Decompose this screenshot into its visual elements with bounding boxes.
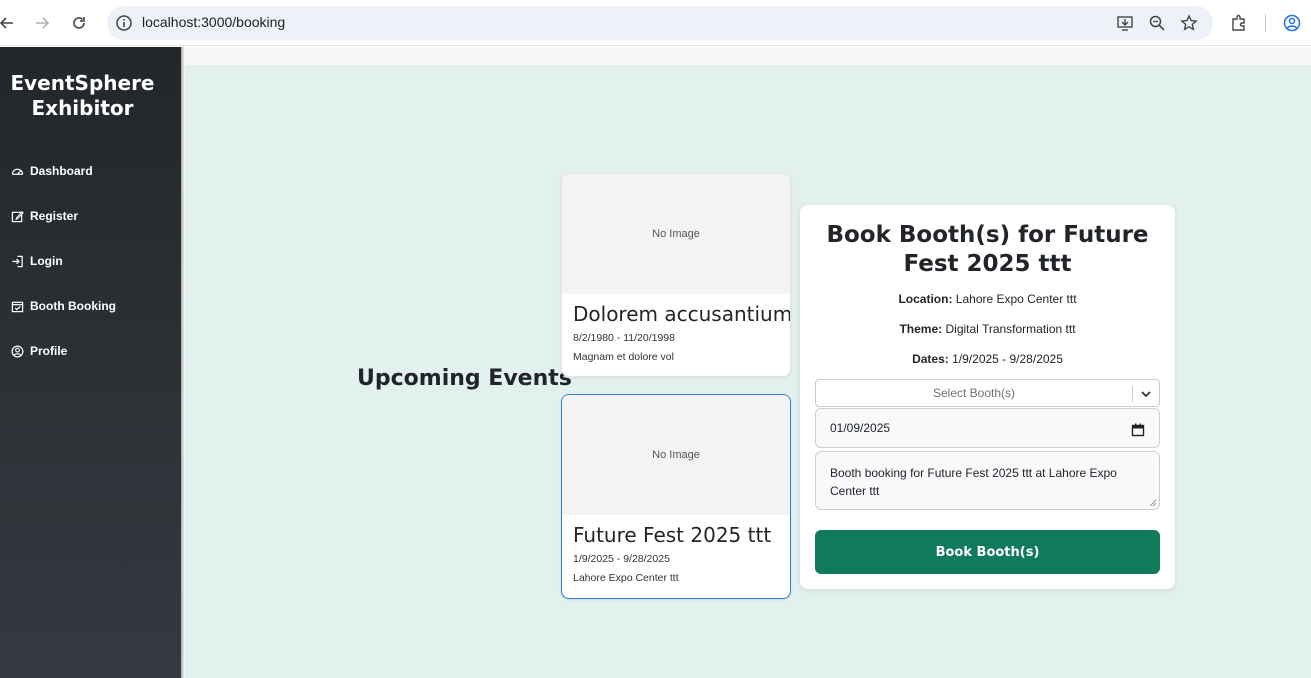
reload-icon[interactable] (67, 11, 91, 35)
event-dates: 8/2/1980 - 11/20/1998 (573, 332, 675, 344)
dates-value: 1/9/2025 - 9/28/2025 (952, 352, 1063, 366)
booking-date-input[interactable]: 01/09/2025 (815, 408, 1160, 448)
sidebar-item-label: Login (30, 254, 63, 268)
login-icon (12, 255, 23, 267)
site-info-icon[interactable] (115, 14, 133, 32)
sidebar-item-dashboard[interactable]: Dashboard (11, 161, 93, 181)
select-separator (1132, 386, 1133, 402)
calendar-check-icon (11, 301, 24, 312)
sidebar-item-register[interactable]: Register (11, 206, 78, 226)
event-image-placeholder: No Image (562, 395, 790, 515)
booking-title: Book Booth(s) for Future Fest 2025 ttt (826, 222, 1149, 277)
event-title: Dolorem accusantium (573, 302, 791, 326)
sidebar-item-label: Register (30, 209, 79, 223)
event-subtitle: Magnam et dolore vol (573, 351, 674, 363)
location-row: Location: Lahore Expo Center ttt (800, 292, 1175, 306)
theme-label: Theme: (899, 322, 943, 336)
event-image-placeholder: No Image (562, 174, 790, 294)
book-booths-button[interactable]: Book Booth(s) (815, 530, 1160, 574)
location-value: Lahore Expo Center ttt (955, 292, 1077, 306)
calendar-icon[interactable] (1131, 422, 1145, 437)
booking-form: Book Booth(s) for Future Fest 2025 ttt L… (800, 205, 1175, 589)
forward-icon[interactable] (30, 11, 54, 35)
brand-title: EventSphere Exhibitor (0, 71, 165, 121)
zoom-icon[interactable] (1147, 13, 1167, 33)
sidebar-item-login[interactable]: Login (11, 251, 63, 271)
speedometer-icon (11, 168, 24, 175)
section-heading: Upcoming Events (357, 366, 572, 391)
sidebar-item-label: Profile (30, 344, 68, 358)
chevron-down-icon[interactable] (1138, 386, 1154, 402)
main-top-strip (185, 47, 1311, 65)
event-card-selected[interactable]: No Image Future Fest 2025 ttt 1/9/2025 -… (561, 394, 791, 599)
event-subtitle: Lahore Expo Center ttt (573, 572, 679, 584)
sidebar-item-label: Dashboard (30, 164, 93, 178)
install-app-icon[interactable] (1115, 13, 1135, 33)
booth-select-placeholder: Select Booth(s) (932, 386, 1016, 400)
booking-notes-value: Booth booking for Future Fest 2025 ttt a… (830, 466, 1117, 498)
url-text[interactable]: localhost:3000/booking (142, 14, 285, 30)
edit-icon (11, 210, 24, 222)
location-label: Location: (898, 292, 953, 306)
user-circle-icon (11, 345, 24, 357)
resize-handle-icon[interactable] (1149, 499, 1157, 507)
booth-select[interactable]: Select Booth(s) (815, 379, 1160, 407)
extensions-icon[interactable] (1229, 13, 1249, 33)
bookmark-star-icon[interactable] (1179, 13, 1199, 33)
dates-label: Dates: (912, 352, 949, 366)
event-title: Future Fest 2025 ttt (573, 523, 772, 547)
toolbar-divider (1265, 14, 1266, 32)
sidebar-item-label: Booth Booking (30, 299, 116, 313)
brand-line-1: EventSphere (10, 71, 155, 95)
sidebar: EventSphere Exhibitor Dashboard Register… (0, 47, 181, 678)
sidebar-item-booth-booking[interactable]: Booth Booking (11, 296, 116, 316)
brand-line-2: Exhibitor (31, 96, 134, 120)
theme-row: Theme: Digital Transformation ttt (800, 322, 1175, 336)
back-icon[interactable] (0, 11, 19, 35)
address-bar[interactable]: localhost:3000/booking (107, 6, 1213, 40)
sidebar-item-profile[interactable]: Profile (11, 341, 67, 361)
booking-notes-textarea[interactable]: Booth booking for Future Fest 2025 ttt a… (815, 451, 1160, 510)
theme-value: Digital Transformation ttt (945, 322, 1076, 336)
event-dates: 1/9/2025 - 9/28/2025 (573, 553, 670, 565)
dates-row: Dates: 1/9/2025 - 9/28/2025 (800, 352, 1175, 366)
event-card[interactable]: No Image Dolorem accusantium 8/2/1980 - … (561, 173, 791, 377)
profile-avatar-icon[interactable] (1282, 13, 1302, 33)
booking-date-value: 01/09/2025 (830, 421, 891, 435)
browser-toolbar: localhost:3000/booking (0, 0, 1311, 46)
